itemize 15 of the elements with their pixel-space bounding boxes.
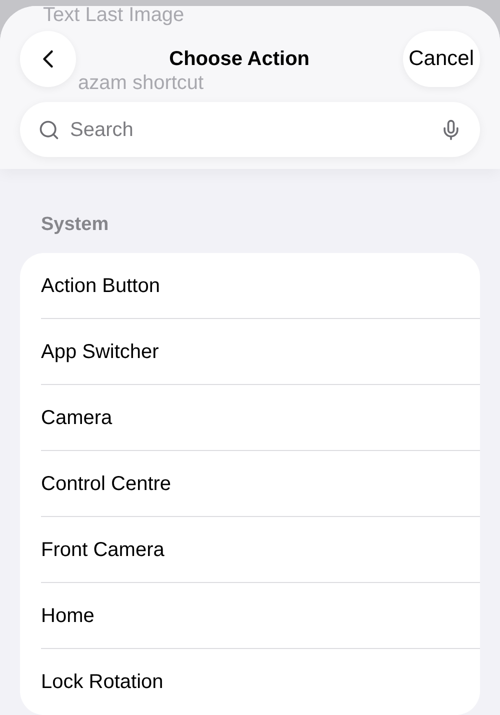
action-list-item[interactable]: Camera xyxy=(41,385,480,451)
sheet-title: Choose Action xyxy=(169,47,310,72)
action-list-item[interactable]: Action Button xyxy=(41,253,480,319)
cancel-button[interactable]: Cancel xyxy=(402,31,480,87)
search-bar[interactable]: Search xyxy=(20,102,480,157)
action-list-item[interactable]: Control Centre xyxy=(41,451,480,517)
action-list-item[interactable]: Lock Rotation xyxy=(41,649,480,715)
search-icon xyxy=(38,118,60,140)
action-list-item[interactable]: App Switcher xyxy=(41,319,480,385)
action-list-item[interactable]: Home xyxy=(41,583,480,649)
background-item-text: Text Last Image xyxy=(43,6,184,28)
background-item-text: azam shortcut xyxy=(78,71,204,96)
search-field[interactable]: Search xyxy=(70,114,430,144)
action-list-item[interactable]: Front Camera xyxy=(41,517,480,583)
section-header: System xyxy=(40,212,110,236)
